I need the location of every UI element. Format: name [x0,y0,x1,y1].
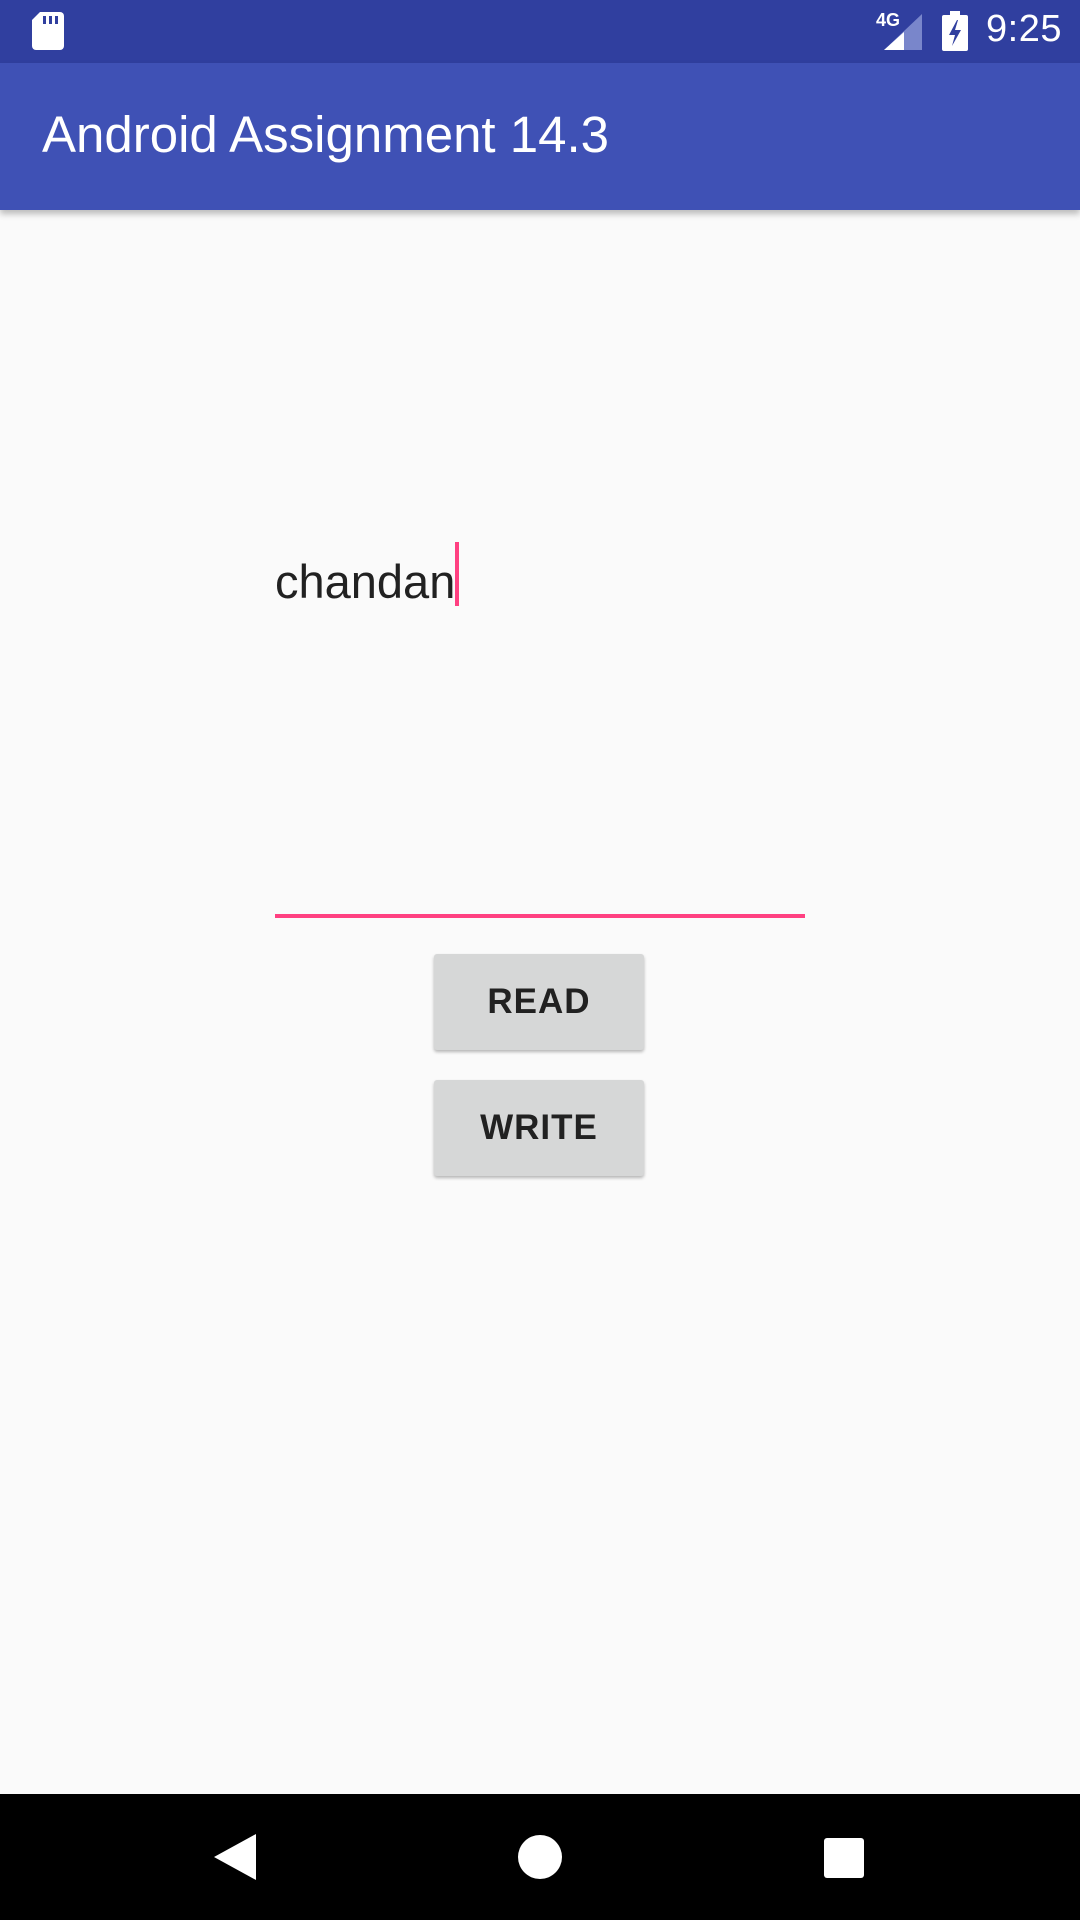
status-clock: 9:25 [986,8,1062,50]
text-input[interactable]: chandan [275,534,805,630]
write-button[interactable]: WRITE [434,1080,644,1176]
app-title: Android Assignment 14.3 [42,106,610,163]
text-cursor [455,542,459,606]
app-bar: Android Assignment 14.3 [0,63,1080,210]
main-content: chandan READ WRITE [0,210,1080,1794]
navigation-bar [0,1794,1080,1920]
status-bar: 4G 9:25 [0,0,1080,63]
home-icon[interactable] [518,1835,562,1879]
text-input-underline [275,914,805,918]
recents-icon[interactable] [824,1838,864,1878]
battery-charging-icon [942,11,968,51]
sd-card-icon [32,12,64,50]
read-button[interactable]: READ [434,954,644,1050]
text-input-value: chandan [275,555,456,608]
signal-icon [884,14,922,50]
back-icon[interactable] [214,1834,258,1880]
signal-indicator: 4G [876,10,924,52]
